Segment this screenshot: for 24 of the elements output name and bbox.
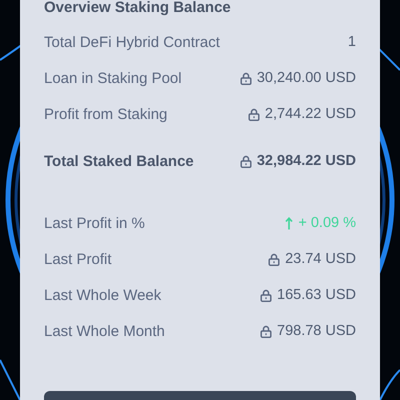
row-label: Total DeFi Hybrid Contract <box>44 34 220 50</box>
row-label: Loan in Staking Pool <box>44 70 182 86</box>
row-value: 32,984.22 USD <box>256 153 356 169</box>
row-value: 2,744.22 USD <box>264 106 356 122</box>
row-label: Last Profit <box>44 250 112 268</box>
lock-icon <box>240 154 252 168</box>
up-arrow-icon <box>285 216 294 230</box>
row-label: Last Whole Week <box>44 286 162 304</box>
row-label: Total Staked Balance <box>44 152 194 170</box>
row-value: 798.78 USD <box>277 323 356 339</box>
section-title: Overview Staking Balance <box>44 0 231 18</box>
row-value: 23.74 USD <box>285 251 356 267</box>
row-label: Last Whole Month <box>44 322 165 340</box>
row-value: 165.63 USD <box>277 287 356 303</box>
lock-icon <box>268 252 280 266</box>
lock-icon <box>240 72 252 84</box>
row-value: 1 <box>348 34 356 50</box>
row-value: 30,240.00 USD <box>256 70 356 86</box>
lock-icon <box>260 324 272 338</box>
lock-icon <box>248 108 260 120</box>
row-label: Last Profit in % <box>44 214 145 232</box>
row-value: + 0.09 % <box>298 215 356 231</box>
lock-icon <box>260 288 272 302</box>
row-label: Profit from Staking <box>44 106 168 122</box>
